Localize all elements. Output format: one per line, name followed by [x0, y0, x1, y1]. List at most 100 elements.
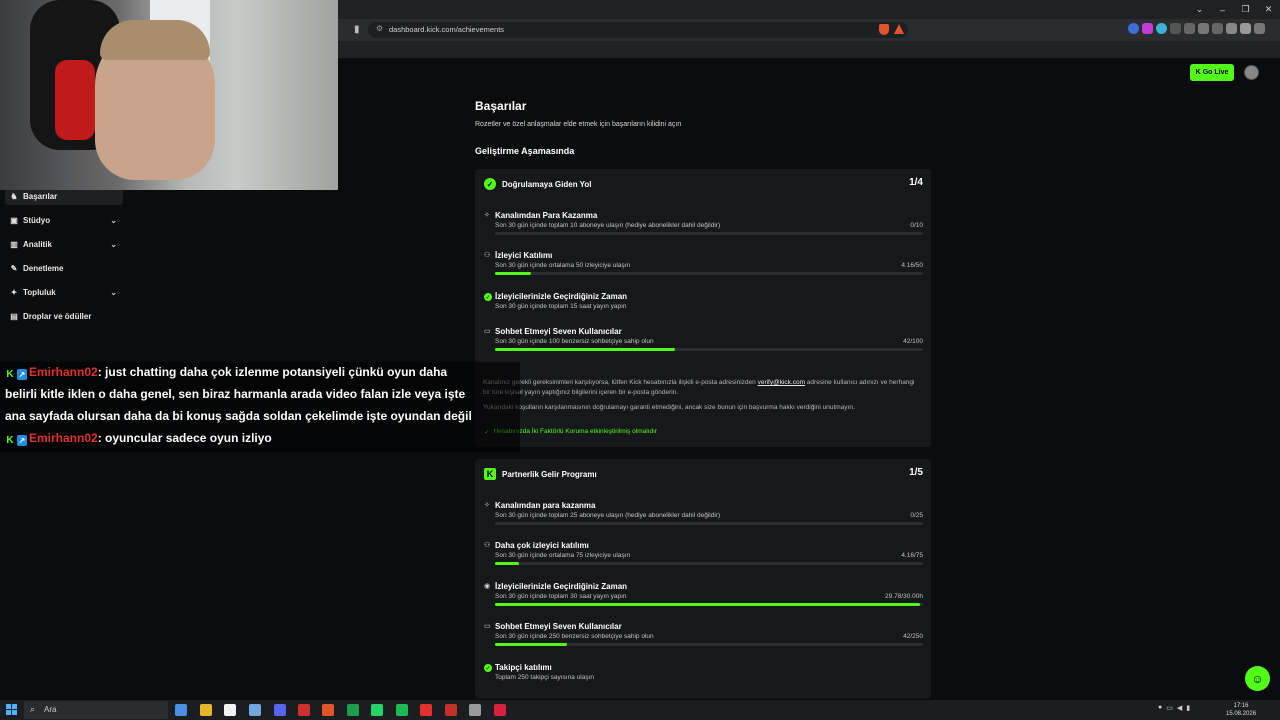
taskbar-app-icon[interactable]	[298, 704, 310, 716]
chevron-down-icon[interactable]: ⌄	[110, 240, 117, 249]
chat-username[interactable]: Emirhann02	[29, 431, 98, 445]
bookmark-icon[interactable]: ▮	[354, 24, 360, 35]
task-progress-fill	[495, 603, 920, 606]
task-progress-value: 4.16/50	[901, 262, 923, 269]
sidebar-item-label: Topluluk	[23, 287, 56, 297]
minimize-button[interactable]: –	[1211, 0, 1234, 19]
task-progress-bar	[495, 643, 923, 646]
taskbar-app-icon[interactable]	[322, 704, 334, 716]
search-icon: ⌕	[30, 704, 36, 714]
money-icon: ✧	[484, 212, 490, 219]
sidebar-item-4[interactable]: ✎ Denetleme	[5, 259, 123, 277]
extension-icon[interactable]	[1170, 23, 1181, 34]
chat-icon: ▭	[484, 328, 491, 335]
section-title: Geliştirme Aşamasında	[475, 146, 575, 156]
task-progress-bar	[495, 522, 923, 525]
close-window-button[interactable]: ✕	[1257, 0, 1280, 19]
sidebar-item-3[interactable]: ▥ Analitik ⌄	[5, 235, 123, 253]
taskbar-app-icon[interactable]	[175, 704, 187, 716]
analytics-icon: ▥	[10, 239, 18, 249]
studio-icon: ▣	[10, 215, 18, 225]
extension-icon[interactable]	[1184, 23, 1195, 34]
tab-strip	[338, 0, 1280, 19]
achievement-task: ✓ İzleyicilerinizle Geçirdiğiniz Zaman Son…	[484, 292, 923, 310]
taskbar-app-icon[interactable]	[396, 704, 408, 716]
task-description: Son 30 gün içinde 100 benzersiz sohbetçi…	[495, 338, 654, 345]
sidebar-toggle-icon[interactable]	[1198, 23, 1209, 34]
task-progress-fill	[495, 562, 519, 565]
speaker-icon[interactable]: ◀	[1177, 704, 1182, 712]
drops-icon: ▤	[10, 311, 18, 321]
task-progress-value: 29.78/30.00h	[885, 593, 923, 600]
battery-icon[interactable]: ▮	[1186, 704, 1190, 712]
tab-search-icon[interactable]: ⌄	[1188, 0, 1211, 19]
task-title: Takipçi katılımı	[495, 663, 552, 672]
taskbar-clock[interactable]: 17:16 15.08.2026	[1226, 702, 1256, 718]
verify-email-link[interactable]: verify@kick.com	[758, 379, 805, 386]
taskbar-app-icon[interactable]	[445, 704, 457, 716]
info-text-a: Kanalınız gerekli gereksinimleri karşılı…	[483, 379, 758, 386]
menu-icon[interactable]	[1254, 23, 1265, 34]
taskbar-app-icon[interactable]	[469, 704, 481, 716]
taskbar-search-placeholder[interactable]: Ara	[44, 705, 56, 714]
start-button[interactable]	[6, 704, 17, 715]
leo-icon[interactable]	[1226, 23, 1237, 34]
task-description: Son 30 gün içinde toplam 25 aboneye ulaş…	[495, 512, 721, 519]
url-text[interactable]: dashboard.kick.com/achievements	[389, 25, 504, 34]
chevron-down-icon[interactable]: ⌄	[110, 216, 117, 225]
chat-username[interactable]: Emirhann02	[29, 365, 98, 379]
mic-icon[interactable]: ●	[1158, 704, 1162, 712]
verified-card-title: Doğrulamaya Giden Yol	[502, 179, 592, 189]
maximize-button[interactable]: ❐	[1234, 0, 1257, 19]
brave-rewards-icon[interactable]	[894, 24, 904, 34]
extension-icon[interactable]	[1156, 23, 1167, 34]
task-description: Son 30 gün içinde toplam 15 saat yayın y…	[495, 303, 627, 310]
achievement-task: ▭ Sohbet Etmeyi Seven Kullanıcılar Son 30 …	[484, 327, 923, 351]
chat-message-line: K ↗ Emirhann02: oyuncular sadece oyun izli…	[5, 428, 272, 449]
taskbar-app-icon[interactable]	[494, 704, 506, 716]
task-title: İzleyicilerinizle Geçirdiğiniz Zaman	[495, 582, 628, 591]
chat-icon: ▭	[484, 623, 491, 630]
clock-time: 17:16	[1233, 703, 1249, 709]
partner-card-count: 1/5	[909, 467, 923, 478]
taskbar-app-icon[interactable]	[347, 704, 359, 716]
extension-icon[interactable]	[1128, 23, 1139, 34]
wallet-icon[interactable]	[1212, 23, 1223, 34]
sidebar-item-2[interactable]: ▣ Stüdyo ⌄	[5, 211, 123, 229]
verification-disclaimer: Yukarıdaki koşulların karşılanmasının do…	[483, 404, 855, 411]
task-description: Son 30 gün içinde ortalama 50 izleyiciye…	[495, 262, 631, 269]
chat-message-text: ana sayfada olursan daha da bi konuş sağ…	[5, 409, 472, 423]
chat-message-line: K ↗ Emirhann02: just chatting daha çok izl…	[5, 362, 447, 383]
broadcast-icon: ◉	[484, 583, 491, 590]
chat-message-text: : just chatting daha çok izlenme potansi…	[97, 365, 448, 379]
task-progress-value: 0/25	[910, 512, 923, 519]
taskbar-app-icon[interactable]	[274, 704, 286, 716]
sidebar-item-6[interactable]: ▤ Droplar ve ödüller	[5, 307, 123, 325]
task-description: Son 30 gün içinde toplam 10 aboneye ulaş…	[495, 222, 721, 229]
avatar[interactable]	[1244, 65, 1259, 80]
task-description: Son 30 gün içinde 250 benzersiz sohbetçi…	[495, 633, 654, 640]
brave-shield-icon[interactable]	[879, 24, 889, 35]
site-info-icon[interactable]: ⚙	[376, 24, 383, 33]
achievement-task: ✧ Kanalımdan Para Kazanma Son 30 gün içind…	[484, 211, 923, 235]
moderation-icon: ✎	[10, 263, 18, 273]
verification-info-text: Kanalınız gerekli gereksinimleri karşılı…	[483, 378, 923, 398]
support-chat-button[interactable]: ☺	[1245, 666, 1270, 691]
taskbar-app-icon[interactable]	[249, 704, 261, 716]
vpn-icon[interactable]	[1240, 23, 1251, 34]
taskbar-app-icon[interactable]	[420, 704, 432, 716]
network-icon[interactable]: ▭	[1166, 704, 1173, 712]
sidebar-item-5[interactable]: ✦ Topluluk ⌄	[5, 283, 123, 301]
task-progress-value: 42/250	[903, 633, 923, 640]
extension-icon[interactable]	[1142, 23, 1153, 34]
task-progress-bar	[495, 348, 923, 351]
kick-badge-icon: K	[6, 435, 14, 446]
achievement-task: ⚇ Daha çok izleyici katılımı Son 30 gün iç…	[484, 541, 923, 565]
go-live-button[interactable]: K Go Live	[1190, 64, 1234, 81]
taskbar-app-icon[interactable]	[224, 704, 236, 716]
chevron-down-icon[interactable]: ⌄	[110, 288, 117, 297]
viewers-icon: ⚇	[484, 252, 491, 259]
taskbar-app-icon[interactable]	[200, 704, 212, 716]
taskbar-app-icon[interactable]	[371, 704, 383, 716]
kick-badge-icon: K	[6, 369, 14, 380]
